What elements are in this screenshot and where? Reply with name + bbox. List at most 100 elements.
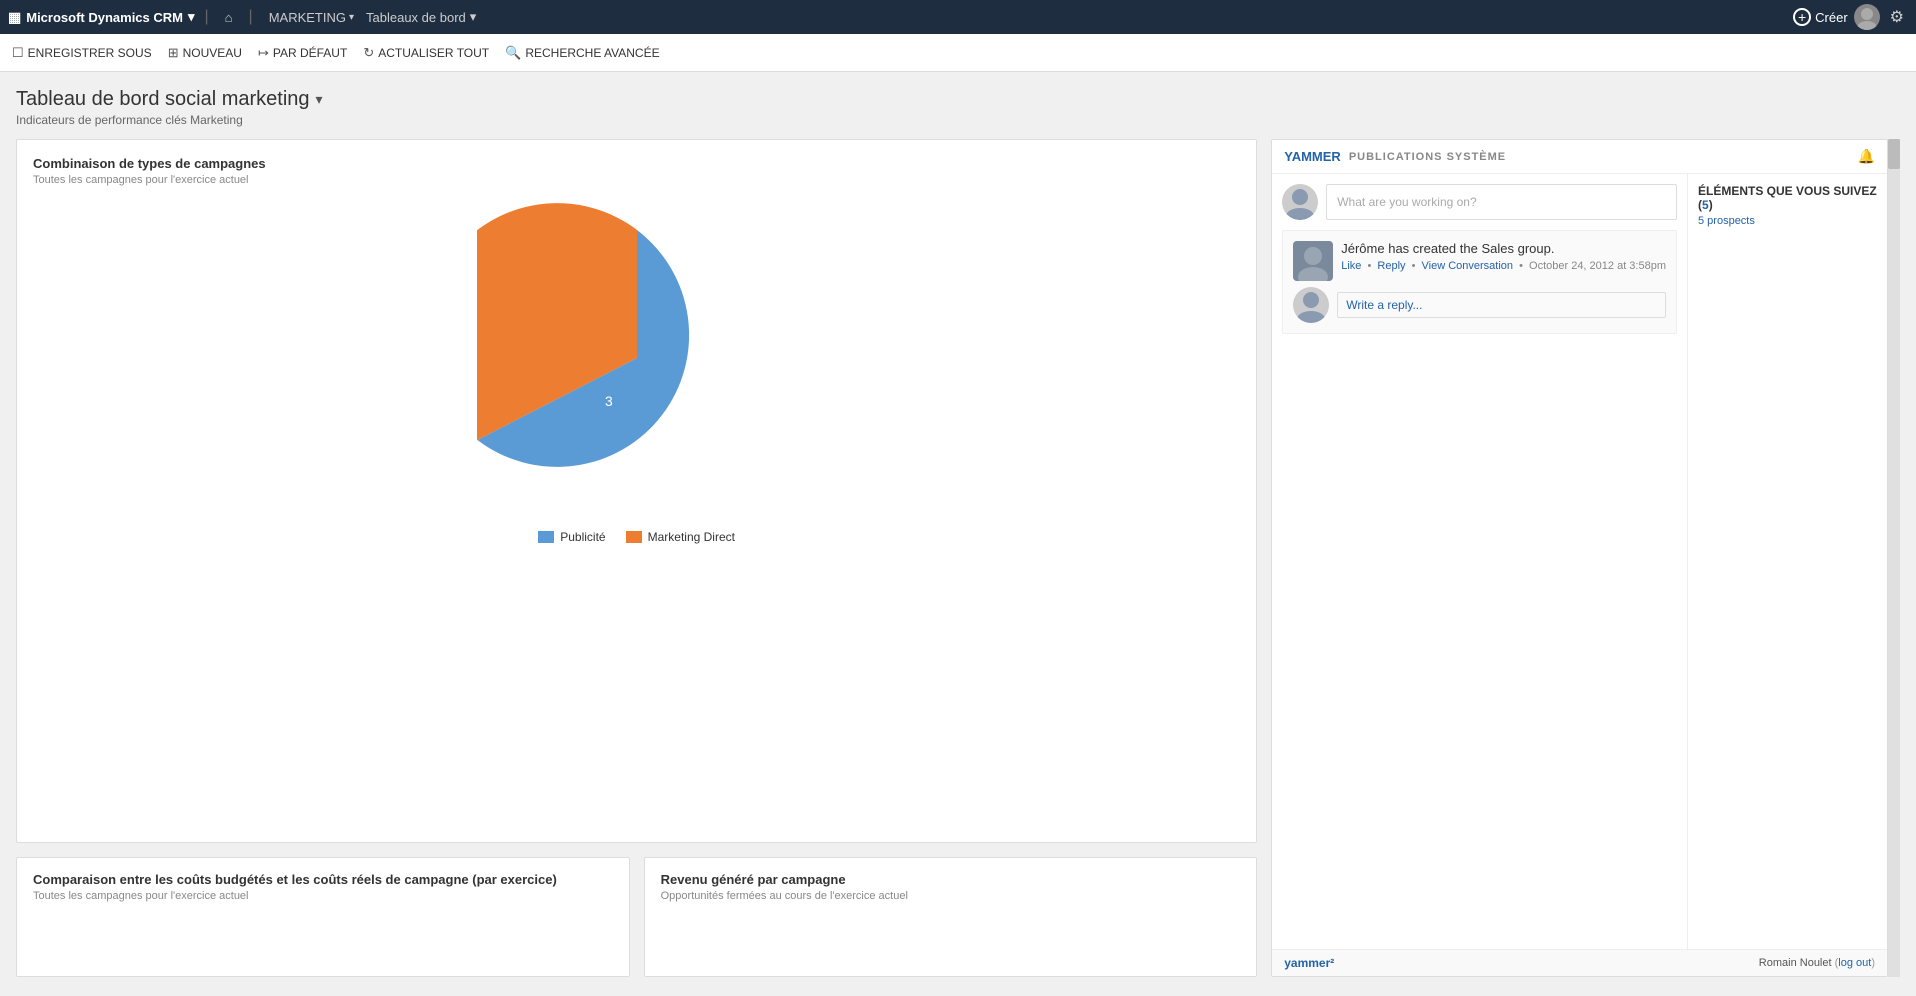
budget-card-subtitle: Toutes les campagnes pour l'exercice act… <box>33 890 613 902</box>
message-actions: Like • Reply • View Conversation • Octob… <box>1341 260 1666 272</box>
new-icon: ⊞ <box>168 45 179 61</box>
logout-link[interactable]: log out <box>1838 957 1871 969</box>
yammer-pubsys-label: PUBLICATIONS SYSTÈME <box>1349 151 1506 163</box>
sidebar-title-end: ) <box>1709 198 1713 212</box>
brand-chevron: ▾ <box>188 9 195 25</box>
yammer-feed: What are you working on? <box>1272 174 1687 949</box>
brand-logo[interactable]: ▦ Microsoft Dynamics CRM ▾ <box>8 9 195 26</box>
refresh-label: ACTUALISER TOUT <box>378 46 489 60</box>
dot-3: • <box>1519 260 1523 272</box>
search-label: RECHERCHE AVANCÉE <box>525 46 659 60</box>
save-button[interactable]: ☐ ENREGISTRER SOUS <box>12 45 152 61</box>
legend-label-marketing-direct: Marketing Direct <box>648 530 735 544</box>
message-header: Jérôme has created the Sales group. Like… <box>1293 241 1666 281</box>
plus-circle-icon: + <box>1793 8 1811 26</box>
jerome-avatar <box>1293 241 1333 281</box>
pie-chart-title: Combinaison de types de campagnes <box>33 156 1240 171</box>
page-title-text: Tableau de bord social marketing <box>16 88 310 111</box>
reply-placeholder: Write a reply... <box>1346 298 1422 312</box>
revenue-campaign-card: Revenu généré par campagne Opportunités … <box>644 857 1258 977</box>
home-button[interactable]: ⌂ <box>219 0 239 34</box>
create-label: Créer <box>1815 10 1848 25</box>
yammer-sidebar-subtitle[interactable]: 5 prospects <box>1698 215 1877 227</box>
legend-item-publicite: Publicité <box>538 530 605 544</box>
create-button[interactable]: + Créer <box>1793 8 1848 26</box>
vertical-scrollbar[interactable] <box>1888 139 1900 977</box>
page-subtitle: Indicateurs de performance clés Marketin… <box>16 113 1900 127</box>
search-icon: 🔍 <box>505 45 521 61</box>
dot-2: • <box>1412 260 1416 272</box>
marketing-label: MARKETING <box>269 10 346 25</box>
view-conversation-link[interactable]: View Conversation <box>1422 260 1514 272</box>
post-input-row: What are you working on? <box>1282 184 1677 220</box>
yammer-card: YAMMER PUBLICATIONS SYSTÈME 🔔 <box>1271 139 1888 977</box>
default-icon: ↦ <box>258 45 269 61</box>
scrollbar-thumb[interactable] <box>1888 139 1900 169</box>
breadcrumb-text: Tableaux de bord <box>366 10 466 25</box>
save-label: ENREGISTRER SOUS <box>28 46 152 60</box>
save-icon: ☐ <box>12 45 24 61</box>
pie-label-3: 3 <box>605 393 613 409</box>
legend-label-publicite: Publicité <box>560 530 605 544</box>
revenue-card-title: Revenu généré par campagne <box>661 872 1241 887</box>
legend-color-marketing-direct <box>626 531 642 543</box>
pie-chart-card: Combinaison de types de campagnes Toutes… <box>16 139 1257 843</box>
breadcrumb: Tableaux de bord ▾ <box>366 9 476 25</box>
default-label: PAR DÉFAUT <box>273 46 347 60</box>
yammer-sidebar-title: ÉLÉMENTS QUE VOUS SUIVEZ (5) <box>1698 184 1877 212</box>
yammer-footer-brand: yammer² <box>1284 956 1334 970</box>
marketing-chevron: ▾ <box>349 12 354 23</box>
bottom-cards-row: Comparaison entre les coûts budgétés et … <box>16 857 1257 977</box>
reply-input-field[interactable]: Write a reply... <box>1337 292 1666 318</box>
default-button[interactable]: ↦ PAR DÉFAUT <box>258 45 347 61</box>
top-navigation: ▦ Microsoft Dynamics CRM ▾ | ⌂ | MARKETI… <box>0 0 1916 34</box>
yammer-footer: yammer² Romain Noulet ( log out ) <box>1272 949 1887 976</box>
new-button[interactable]: ⊞ NOUVEAU <box>168 45 242 61</box>
sidebar-count-link[interactable]: 5 <box>1702 198 1709 212</box>
marketing-nav[interactable]: MARKETING ▾ <box>263 0 360 34</box>
post-input-field[interactable]: What are you working on? <box>1326 184 1677 220</box>
budget-comparison-card: Comparaison entre les coûts budgétés et … <box>16 857 630 977</box>
toolbar: ☐ ENREGISTRER SOUS ⊞ NOUVEAU ↦ PAR DÉFAU… <box>0 34 1916 72</box>
refresh-button[interactable]: ↻ ACTUALISER TOUT <box>363 45 489 61</box>
yammer-header: YAMMER PUBLICATIONS SYSTÈME 🔔 <box>1272 140 1887 174</box>
home-icon: ⌂ <box>225 10 233 25</box>
dot-1: • <box>1367 260 1371 272</box>
breadcrumb-chevron: ▾ <box>470 9 477 25</box>
post-action2: group. <box>1518 241 1555 256</box>
page-title: Tableau de bord social marketing ▾ <box>16 88 1900 111</box>
pie-chart-subtitle: Toutes les campagnes pour l'exercice act… <box>33 174 1240 186</box>
yammer-body: What are you working on? <box>1272 174 1887 949</box>
refresh-icon: ↻ <box>363 45 374 61</box>
settings-icon[interactable]: ⚙ <box>1886 7 1908 27</box>
legend-color-publicite <box>538 531 554 543</box>
content-grid: Combinaison de types de campagnes Toutes… <box>16 139 1900 977</box>
footer-user-name: Romain Noulet <box>1759 957 1832 969</box>
left-column: Combinaison de types de campagnes Toutes… <box>16 139 1257 977</box>
right-section: YAMMER PUBLICATIONS SYSTÈME 🔔 <box>1271 139 1900 977</box>
advanced-search-button[interactable]: 🔍 RECHERCHE AVANCÉE <box>505 45 659 61</box>
sender-name: Jérôme <box>1341 241 1384 256</box>
page-title-dropdown[interactable]: ▾ <box>316 91 323 108</box>
reply-link[interactable]: Reply <box>1377 260 1405 272</box>
user-avatar[interactable] <box>1854 4 1880 30</box>
notification-icon[interactable]: 🔔 <box>1858 148 1875 165</box>
message-content: Jérôme has created the Sales group. Like… <box>1341 241 1666 272</box>
yammer-sidebar: ÉLÉMENTS QUE VOUS SUIVEZ (5) 5 prospects <box>1687 174 1887 949</box>
post-placeholder: What are you working on? <box>1337 195 1476 209</box>
pie-chart-svg: 3 2 <box>477 198 797 518</box>
main-area: Tableau de bord social marketing ▾ Indic… <box>0 72 1916 996</box>
nav-separator-2: | <box>249 8 253 26</box>
revenue-card-subtitle: Opportunités fermées au cours de l'exerc… <box>661 890 1241 902</box>
yammer-message: Jérôme has created the Sales group. Like… <box>1282 230 1677 334</box>
yammer-brand-label: YAMMER <box>1284 149 1341 164</box>
sales-group-link[interactable]: Sales <box>1481 241 1514 256</box>
footer-separator: ( <box>1832 957 1839 969</box>
legend-item-marketing-direct: Marketing Direct <box>626 530 735 544</box>
budget-card-title: Comparaison entre les coûts budgétés et … <box>33 872 613 887</box>
chart-container: 3 2 Publicité Marketing Direct <box>33 198 1240 544</box>
reply-avatar <box>1293 287 1329 323</box>
like-link[interactable]: Like <box>1341 260 1361 272</box>
current-user-avatar <box>1282 184 1318 220</box>
nav-separator-1: | <box>205 8 209 26</box>
